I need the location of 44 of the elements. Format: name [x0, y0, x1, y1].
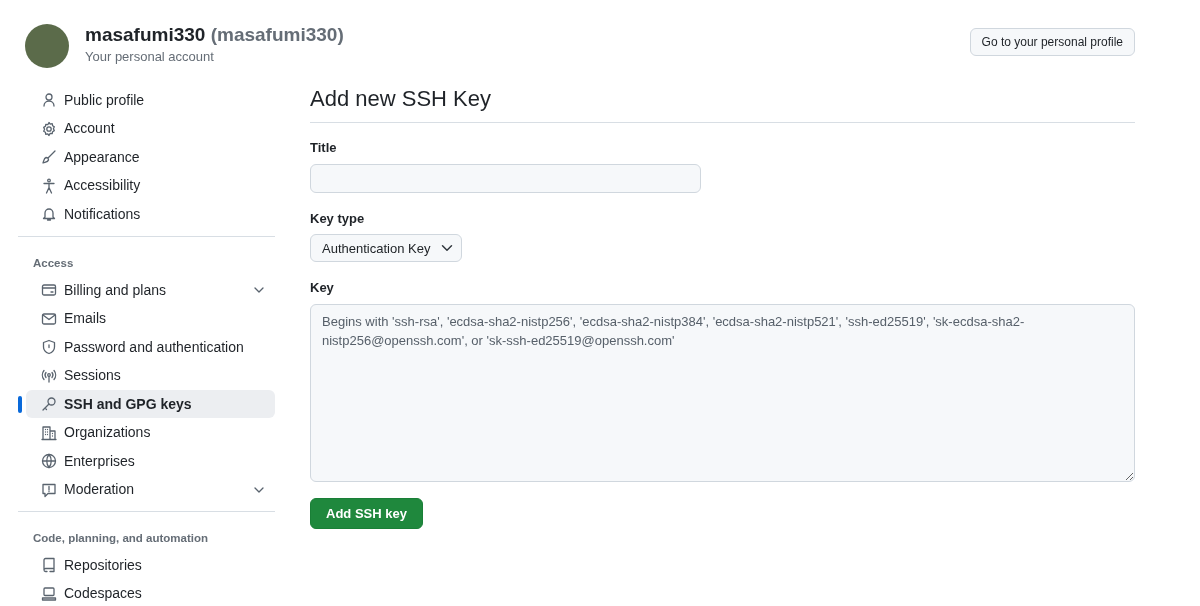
- sidebar-item[interactable]: Enterprises: [26, 446, 275, 476]
- avatar: [25, 24, 69, 68]
- sidebar-item[interactable]: Moderation: [26, 475, 275, 504]
- shield-icon: [41, 339, 57, 355]
- field-label: Title: [310, 139, 338, 158]
- sidebar-item[interactable]: Sessions: [26, 361, 275, 390]
- gear-icon: [41, 120, 57, 137]
- sidebar-item[interactable]: Emails: [26, 304, 275, 333]
- key-textarea[interactable]: Begins with 'ssh-rsa', 'ecdsa-sha2-nistp256', 'ecdsa-sha2-nistp384', 'ecdsa-sha2-nistp521', 'ssh-ed25519', 'sk-ecdsa-sha2-nistp256@openssh.com', or 'sk-ssh-ed25519@openssh.com': [310, 303, 1135, 482]
- accessibility-icon: [41, 177, 57, 194]
- field-label: Key type: [310, 209, 366, 228]
- bell-icon: [41, 206, 57, 223]
- envelope-icon: [41, 310, 57, 327]
- sidebar-item[interactable]: Accessibility: [26, 171, 275, 200]
- account-name: masafumi330 (masafumi330): [85, 24, 344, 47]
- form-title: Add new SSH Key: [310, 86, 1135, 124]
- sidebar-item[interactable]: Codespaces: [26, 579, 275, 606]
- key-icon: [41, 396, 57, 412]
- selection-indicator: [18, 395, 22, 413]
- credit-card-icon: [41, 282, 57, 298]
- broadcast-icon: [41, 367, 57, 384]
- globe-icon: [41, 453, 57, 469]
- book-icon: [41, 557, 57, 574]
- account-subtitle: Your personal account: [85, 47, 215, 66]
- sidebar-item[interactable]: Notifications: [26, 200, 275, 229]
- laptop-icon: [41, 585, 57, 602]
- title-input[interactable]: [310, 163, 701, 193]
- sidebar-item[interactable]: Account: [26, 114, 275, 143]
- sidebar-item[interactable]: Password and authentication: [26, 332, 275, 362]
- speech-bubble-alert-icon: [41, 481, 57, 498]
- add-ssh-key-button[interactable]: Add SSH key: [310, 497, 423, 530]
- sidebar-item[interactable]: Organizations: [26, 418, 275, 447]
- person-icon: [41, 92, 57, 109]
- sidebar-item[interactable]: Repositories: [26, 551, 275, 580]
- brush-icon: [41, 149, 57, 166]
- sidebar-item[interactable]: Appearance: [26, 143, 275, 172]
- sidebar-item[interactable]: Public profile: [26, 86, 275, 115]
- section-heading: Code, planning, and automation: [32, 530, 210, 546]
- key-type-select[interactable]: Authentication Key: [310, 234, 462, 263]
- sidebar-item[interactable]: Billing and plans: [26, 275, 275, 305]
- section-heading: Access: [32, 255, 75, 271]
- building-icon: [41, 424, 57, 441]
- field-label: Key: [310, 279, 335, 298]
- profile-button[interactable]: Go to your personal profile: [969, 28, 1135, 56]
